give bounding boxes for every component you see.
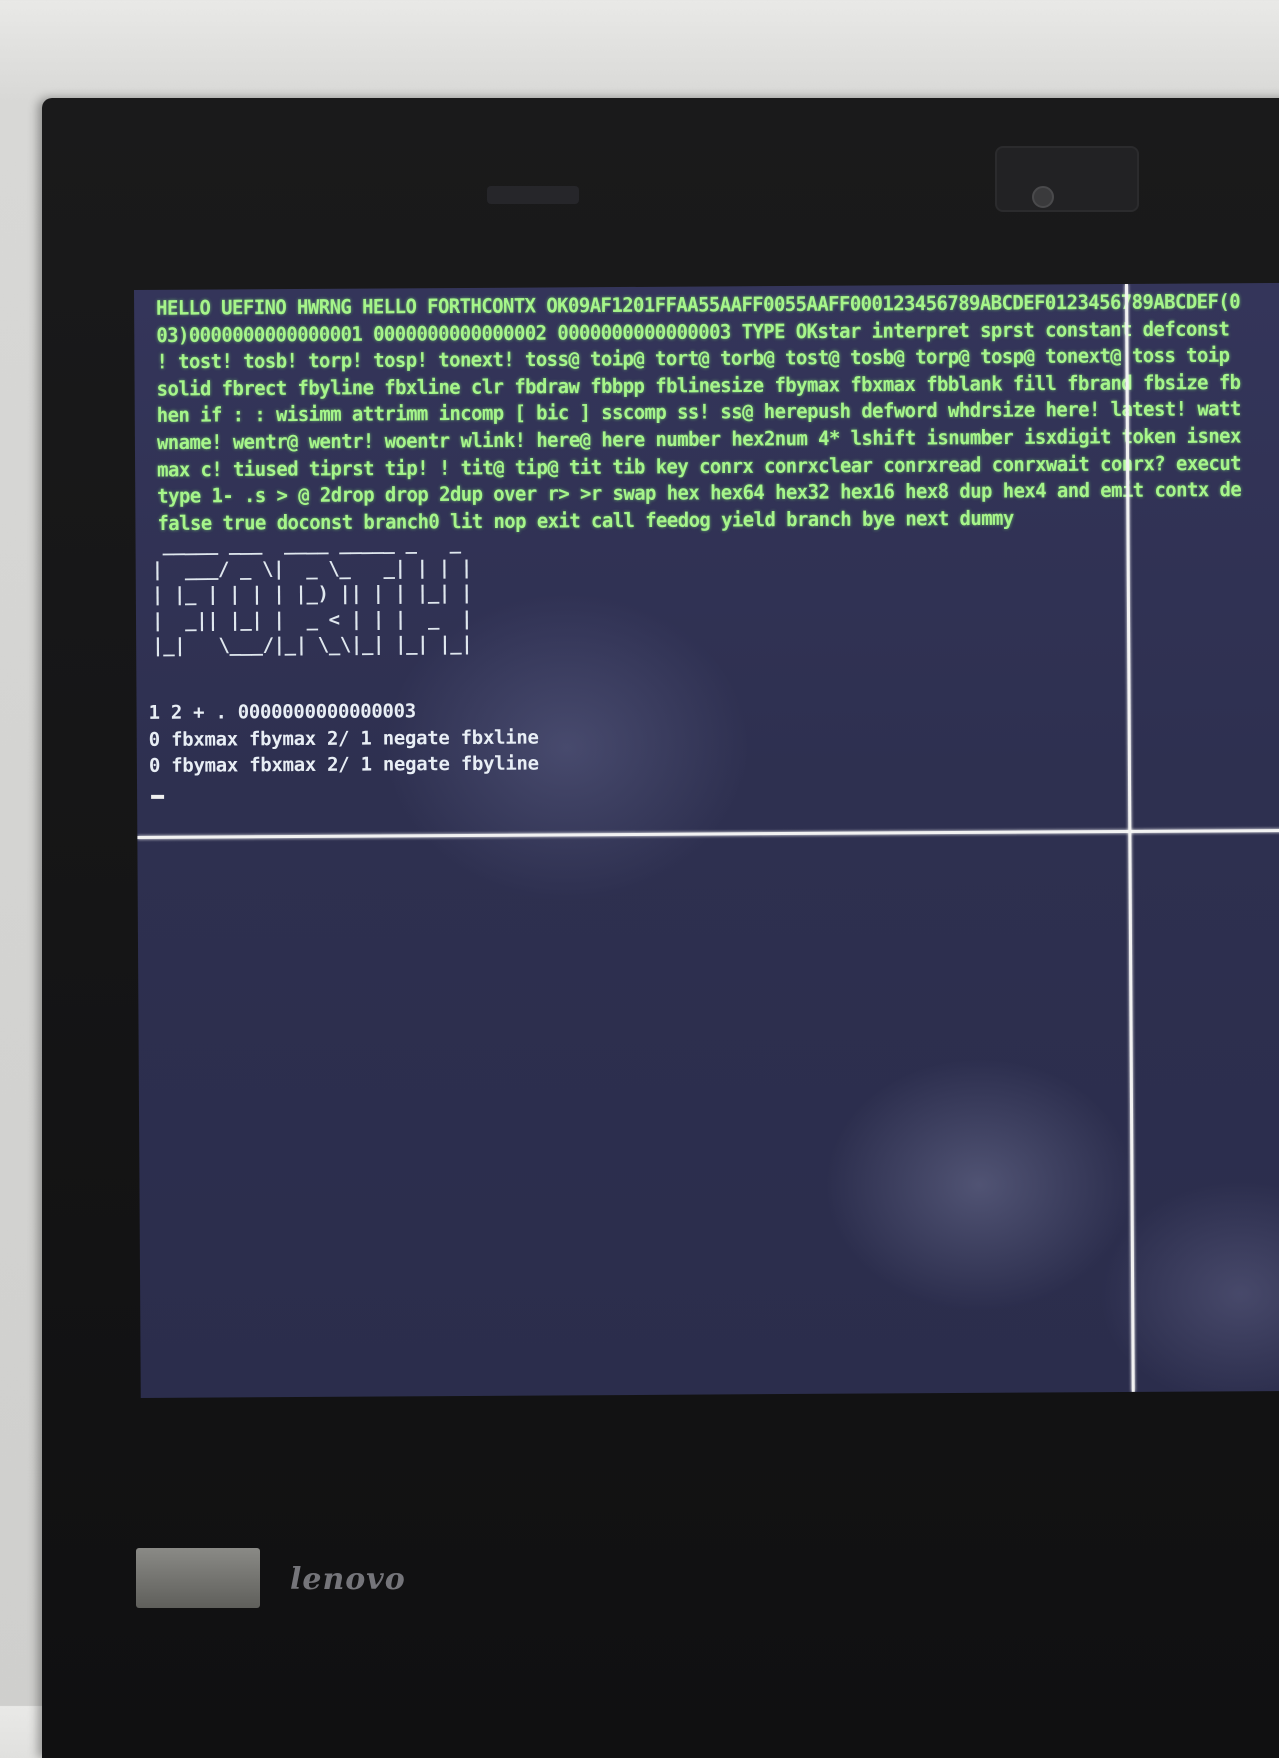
session-line: 1 2 + . 0000000000000003 — [148, 700, 416, 724]
command-session: 1 2 + . 0000000000000003 0 fbxmax fbymax … — [149, 698, 539, 780]
boot-output: HELLO UEFINO HWRNG HELLO FORTHCONTX OK09… — [156, 287, 1279, 537]
session-line: 0 fbymax fbxmax 2/ 1 negate fbyline — [148, 752, 539, 777]
brand-logo: lenovo — [290, 1562, 406, 1597]
webcam-housing — [995, 146, 1139, 212]
laptop-screen: HELLO UEFINO HWRNG HELLO FORTHCONTX OK09… — [134, 282, 1279, 1398]
text-cursor[interactable] — [151, 794, 165, 799]
banner-line: | ___/ _ \| _ \_ _| | | | — [151, 557, 472, 582]
banner-line: | |_ | | | | |_) || | | |_| | — [151, 582, 473, 607]
bezel-chin — [134, 1400, 1279, 1550]
forth-ascii-banner: _____ ___ ____ _____ _ _ | ___/ _ \| _ \_… — [151, 531, 473, 659]
banner-line: | _|| |_| | _ < | | | _ | — [151, 607, 473, 632]
session-line: 0 fbxmax fbymax 2/ 1 negate fbxline — [148, 726, 539, 751]
keyboard-light — [487, 186, 579, 204]
webcam-lens-icon — [1032, 186, 1054, 208]
drawn-horizontal-line — [137, 828, 1279, 839]
banner-line: |_| \___/|_| \_\|_| |_| |_| — [152, 632, 473, 657]
banner-line: _____ ___ ____ _____ _ _ — [151, 532, 461, 556]
hinge-latch — [136, 1548, 260, 1608]
